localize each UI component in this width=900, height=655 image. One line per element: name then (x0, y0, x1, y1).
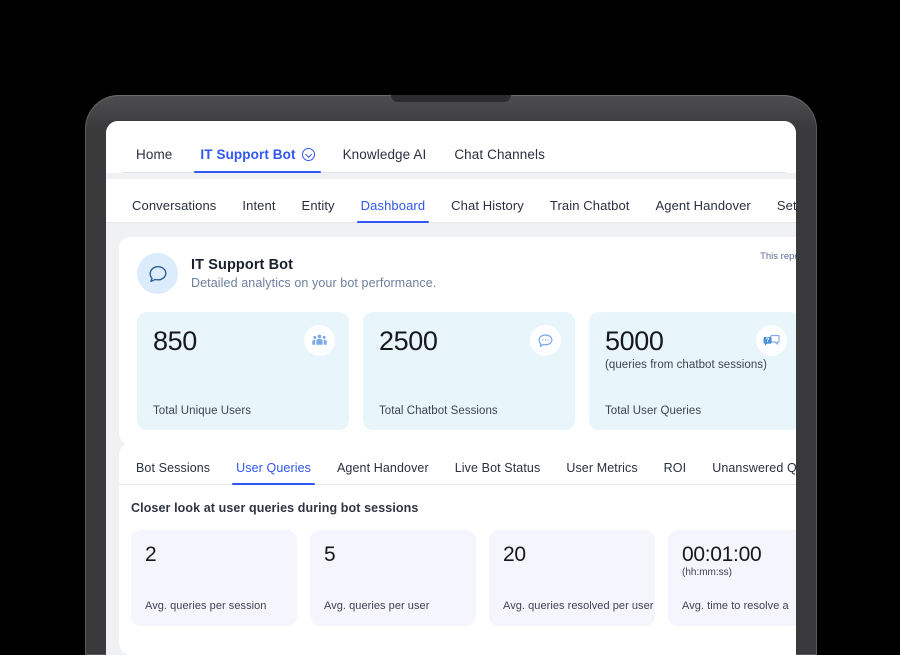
kpi-label: Total Chatbot Sessions (379, 405, 498, 417)
section-nav-label: Settings (776, 198, 796, 213)
metric-tab-label: User Queries (236, 461, 311, 475)
section-nav-item-conversations[interactable]: Conversations (119, 198, 229, 223)
kpi-label: Total User Queries (605, 405, 702, 417)
product-nav-label: IT Support Bot (200, 147, 296, 162)
metric-tab-roi[interactable]: ROI (651, 461, 700, 485)
metric-label: Avg. time to resolve a (682, 600, 789, 612)
metric-card-avg-queries-resolved-per-user[interactable]: 20 Avg. queries resolved per user (489, 530, 655, 626)
section-nav-label: Conversations (132, 198, 217, 213)
section-nav-item-chat-history[interactable]: Chat History (438, 198, 537, 223)
report-note: This report w (760, 251, 796, 262)
section-nav-item-agent-handover[interactable]: Agent Handover (643, 198, 764, 223)
product-nav-item-it-support-bot[interactable]: IT Support Bot (186, 147, 328, 173)
section-nav-label: Train Chatbot (549, 198, 630, 213)
metric-tab-label: Live Bot Status (454, 461, 541, 475)
section-nav-item-train-chatbot[interactable]: Train Chatbot (537, 198, 643, 223)
product-nav: Home IT Support Bot Knowledge AI Chat Ch… (106, 121, 796, 173)
bot-header-text: IT Support Bot Detailed analytics on you… (191, 257, 436, 290)
bot-header: IT Support Bot Detailed analytics on you… (119, 251, 796, 294)
product-nav-label: Home (136, 147, 173, 162)
metric-card-row: 2 Avg. queries per session 5 Avg. querie… (119, 515, 796, 626)
metric-tab-label: Agent Handover (337, 461, 429, 475)
section-nav-item-dashboard[interactable]: Dashboard (348, 198, 439, 223)
product-nav-item-chat-channels[interactable]: Chat Channels (440, 147, 559, 173)
page-title: IT Support Bot (191, 257, 294, 273)
section-nav-item-settings[interactable]: Settings (764, 198, 796, 223)
metric-label: Avg. queries per user (324, 600, 430, 612)
metric-tab-label: Unanswered Queries (712, 461, 796, 475)
metric-tab-label: User Metrics (566, 461, 638, 475)
kpi-card-row: 850 Total Unique Users 2500 Total Chatbo… (119, 294, 796, 445)
metric-nav: Bot Sessions User Queries Agent Handover… (119, 443, 796, 485)
product-nav-item-home[interactable]: Home (122, 147, 186, 173)
metric-value: 20 (503, 543, 526, 566)
users-group-icon (304, 325, 335, 356)
kpi-label: Total Unique Users (153, 405, 252, 417)
metric-tab-label: ROI (663, 461, 687, 475)
section-nav-label: Chat History (451, 198, 524, 213)
product-nav-label: Chat Channels (454, 147, 545, 162)
kpi-card-total-chatbot-sessions[interactable]: 2500 Total Chatbot Sessions (363, 312, 575, 430)
section-nav-label: Dashboard (360, 198, 426, 213)
metric-value: 2 (145, 543, 157, 566)
section-nav-item-entity[interactable]: Entity (289, 198, 348, 223)
device-notch (391, 95, 511, 102)
section-nav: Conversations Intent Entity Dashboard Ch… (106, 179, 796, 223)
metric-tab-agent-handover[interactable]: Agent Handover (324, 461, 442, 485)
metric-tab-live-bot-status[interactable]: Live Bot Status (442, 461, 554, 485)
metric-unit: (hh:mm:ss) (682, 567, 732, 579)
metric-label: Avg. queries resolved per user (503, 600, 654, 612)
metric-label: Avg. queries per session (145, 600, 267, 612)
chat-bubble-dots-icon (530, 325, 561, 356)
detail-panel: Bot Sessions User Queries Agent Handover… (119, 443, 796, 655)
page-subtitle: Detailed analytics on your bot performan… (191, 276, 437, 290)
metric-tab-user-queries[interactable]: User Queries (223, 461, 324, 485)
metric-card-avg-queries-per-user[interactable]: 5 Avg. queries per user (310, 530, 476, 626)
kpi-card-total-user-queries[interactable]: 5000 (queries from chatbot sessions) Tot… (589, 312, 796, 430)
chat-bubble-icon (137, 253, 178, 294)
metric-card-avg-time-to-resolve[interactable]: 00:01:00 (hh:mm:ss) Avg. time to resolve… (668, 530, 796, 626)
chat-question-icon: ? (756, 325, 787, 356)
metric-value: 00:01:00 (682, 543, 762, 566)
device-screen: Home IT Support Bot Knowledge AI Chat Ch… (106, 121, 796, 655)
metric-tab-unanswered-queries[interactable]: Unanswered Queries (699, 461, 796, 485)
section-nav-item-intent[interactable]: Intent (229, 198, 288, 223)
section-nav-label: Entity (301, 198, 335, 213)
overview-panel: IT Support Bot Detailed analytics on you… (119, 237, 796, 445)
section-nav-label: Agent Handover (655, 198, 751, 213)
metric-tab-user-metrics[interactable]: User Metrics (553, 461, 650, 485)
detail-heading: Closer look at user queries during bot s… (131, 501, 419, 515)
kpi-card-total-unique-users[interactable]: 850 Total Unique Users (137, 312, 349, 430)
section-nav-label: Intent (242, 198, 276, 213)
svg-text:?: ? (766, 337, 770, 344)
chevron-down-circle-icon[interactable] (301, 148, 315, 161)
metric-tab-bot-sessions[interactable]: Bot Sessions (123, 461, 223, 485)
metric-value: 5 (324, 543, 336, 566)
product-nav-item-knowledge-ai[interactable]: Knowledge AI (329, 147, 441, 173)
device-frame: Home IT Support Bot Knowledge AI Chat Ch… (85, 95, 817, 655)
metric-card-avg-queries-per-session[interactable]: 2 Avg. queries per session (131, 530, 297, 626)
kpi-sublabel: (queries from chatbot sessions) (605, 359, 767, 372)
metric-tab-label: Bot Sessions (136, 461, 211, 475)
product-nav-label: Knowledge AI (342, 147, 427, 162)
